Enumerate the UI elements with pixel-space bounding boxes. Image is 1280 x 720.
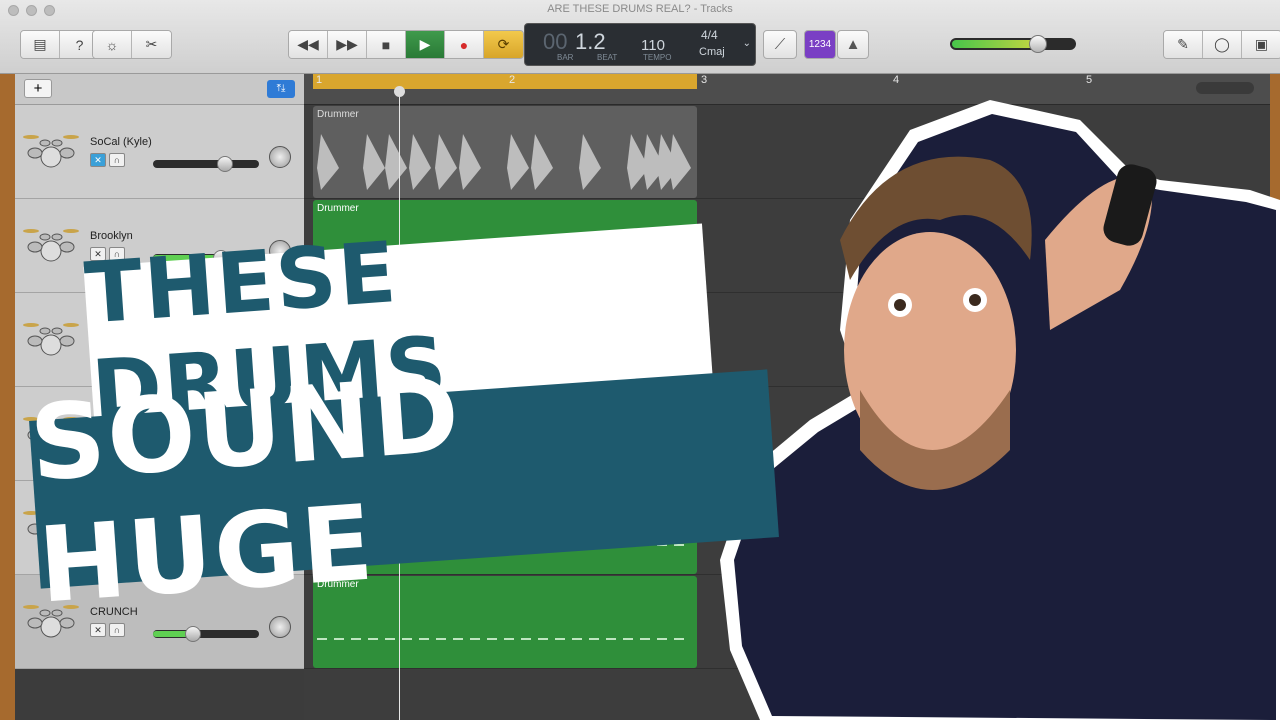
title-bar: ARE THESE DRUMS REAL? - Tracks ▤ ? ☼ ✂ ◀… [0,0,1280,74]
pan-knob[interactable] [269,146,291,168]
track-header[interactable]: SoCal (Kyle) ✕ ∩ [15,105,304,199]
record-icon[interactable]: ● [445,31,484,58]
tuner-icon[interactable]: ⟋ [763,30,797,59]
add-track-button[interactable]: + [24,79,52,98]
track-name: Brooklyn [90,230,133,242]
cycle-icon[interactable]: ⟳ [484,31,523,58]
edit-tools-group: ☼ ✂ [92,30,172,59]
lcd-signature: 4/4 [701,28,718,42]
scissors-icon[interactable]: ✂ [132,31,171,58]
track-volume-slider[interactable] [153,156,259,172]
headphones-icon[interactable]: ∩ [109,153,125,167]
ruler-bar-1: 1 [316,74,323,86]
loops-icon[interactable]: ◯ [1203,31,1242,58]
library-help-group: ▤ ? [20,30,100,59]
catch-playhead-button[interactable]: ⤒⤓ [267,80,295,98]
cycle-region[interactable] [313,74,697,89]
waveform [317,134,691,190]
lcd-tempo-label: TEMPO [643,53,672,62]
ruler-bar-4: 4 [893,74,900,86]
right-tools-group: ✎ ◯ ▣ [1163,30,1280,59]
window-title: ARE THESE DRUMS REAL? - Tracks [547,3,733,15]
ruler-bar-3: 3 [701,74,708,86]
stop-icon[interactable]: ■ [367,31,406,58]
metronome-icon[interactable]: ▲ [837,30,869,59]
play-icon[interactable]: ▶ [406,31,445,58]
master-volume-slider[interactable] [950,35,1076,53]
track-header-toolbar: + ⤒⤓ [15,74,304,105]
lcd-bar-label: BAR [557,53,574,62]
lcd-display[interactable]: 00 1.2 BAR BEAT 110 TEMPO 4/4 Cmaj ⌄ [524,23,756,66]
mute-icon[interactable]: ✕ [90,153,106,167]
ruler-bar-2: 2 [509,74,516,86]
master-volume-fill [952,40,1040,48]
smart-controls-icon[interactable]: ☼ [93,31,132,58]
lcd-tempo: 110 [641,37,665,54]
headphones-icon[interactable]: ∩ [109,623,125,637]
ruler-bar-5: 5 [1086,74,1093,86]
lcd-position: 1.2 [575,29,606,54]
drum-kit-icon [23,229,79,262]
media-browser-icon[interactable]: ▣ [1242,31,1280,58]
lcd-beat-label: BEAT [597,53,618,62]
count-in-button[interactable]: 1234 [804,30,836,59]
drum-kit-icon [23,135,79,168]
chevron-down-icon[interactable]: ⌄ [743,38,751,49]
notepad-icon[interactable]: ✎ [1164,31,1203,58]
playhead-handle[interactable] [394,86,405,97]
person-photo [720,100,1280,720]
track-volume-knob[interactable] [217,156,233,172]
drum-kit-icon [23,323,79,356]
track-name: SoCal (Kyle) [90,136,152,148]
lcd-key: Cmaj [699,46,725,58]
headline-line-2: SOUND HUGE [26,353,465,627]
headline-box-bottom: SOUND HUGE [26,353,779,627]
mute-icon[interactable]: ✕ [90,623,106,637]
transport-controls: ◀◀ ▶▶ ■ ▶ ● ⟳ [288,30,524,59]
track-volume-knob[interactable] [185,626,201,642]
lcd-bar-prefix: 00 [543,29,568,54]
left-window-edge [0,74,15,720]
pan-knob[interactable] [269,616,291,638]
drummer-region[interactable]: Drummer [313,106,697,198]
library-icon[interactable]: ▤ [21,31,60,58]
forward-icon[interactable]: ▶▶ [328,31,367,58]
track-volume-slider[interactable] [153,626,259,642]
master-volume-knob[interactable] [1029,35,1047,53]
rewind-icon[interactable]: ◀◀ [289,31,328,58]
